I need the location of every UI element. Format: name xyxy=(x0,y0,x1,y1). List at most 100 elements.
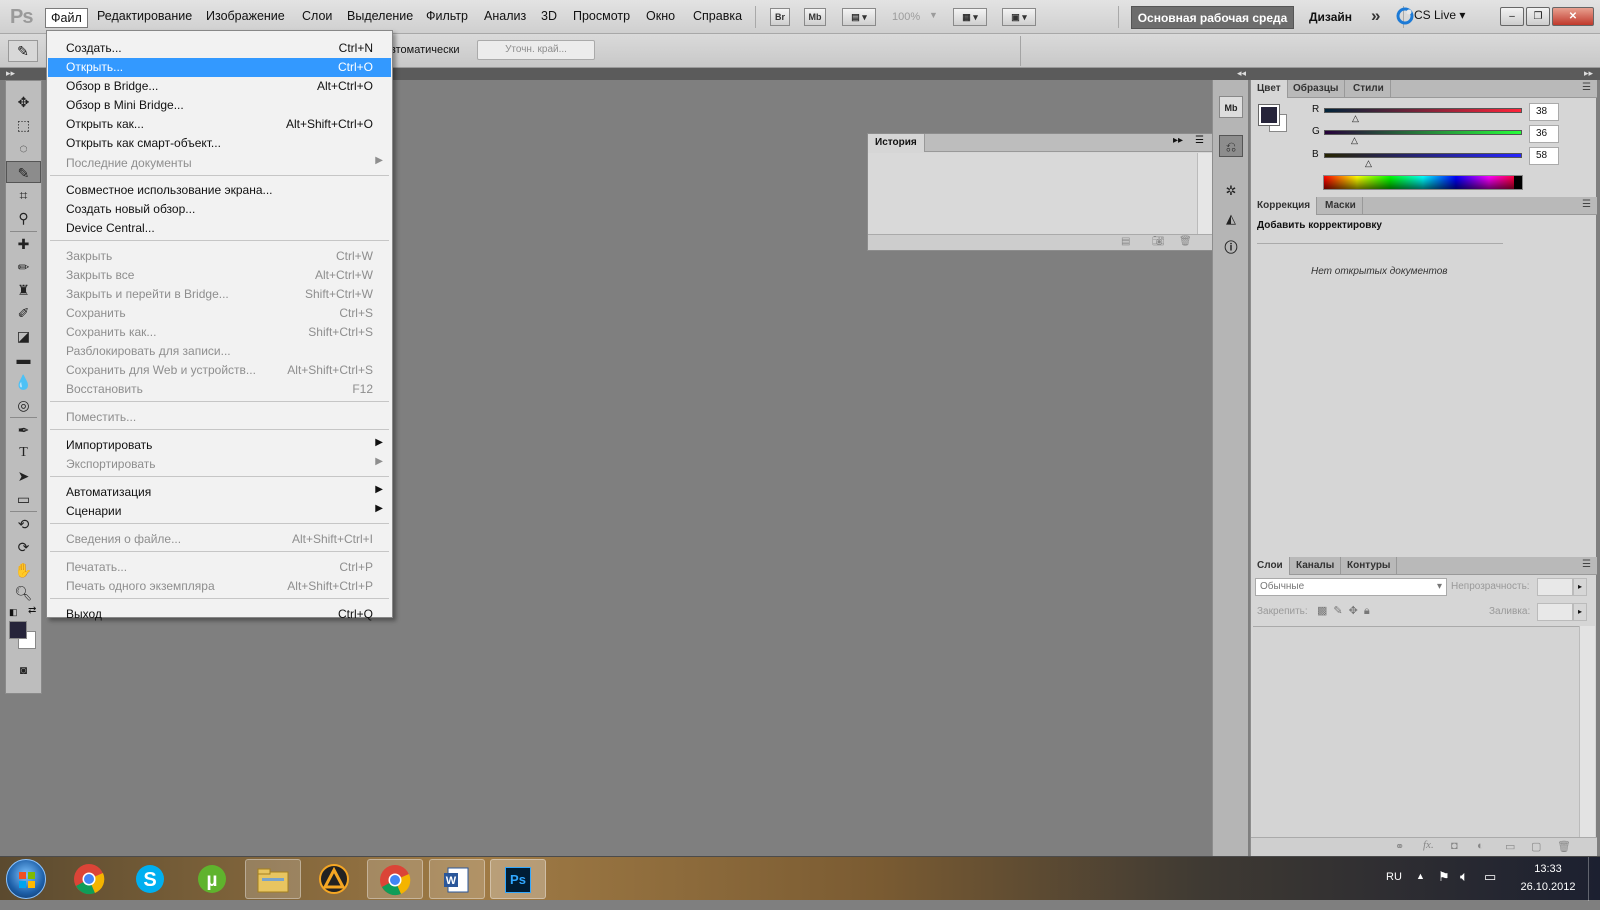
file-explorer-icon[interactable] xyxy=(245,859,301,899)
tab-adjustments[interactable]: Коррекция xyxy=(1251,197,1318,215)
arrange-documents-button[interactable]: ▦ ▾ xyxy=(953,8,987,26)
input-language-indicator[interactable]: RU xyxy=(1386,871,1402,883)
collapse-toolbar-icon[interactable]: ▸▸ xyxy=(6,68,15,79)
file-menu-item-browse-in-bridge[interactable]: Обзор в Bridge... Alt+Ctrl+O xyxy=(48,77,391,96)
layers-list[interactable] xyxy=(1253,626,1579,837)
red-slider-handle[interactable]: △ xyxy=(1352,113,1359,124)
mini-bridge-button[interactable]: Mb xyxy=(804,8,826,26)
file-menu-item-import[interactable]: Импортировать ▶ xyxy=(48,436,391,455)
red-value-input[interactable]: 38 xyxy=(1529,103,1559,121)
zoom-tool-icon[interactable]: 🔍︎ xyxy=(6,582,41,604)
navigator-panel-icon[interactable]: ✲ xyxy=(1219,180,1243,202)
close-button[interactable]: ✕ xyxy=(1552,7,1594,26)
chrome-pinned-icon[interactable] xyxy=(61,859,117,899)
clock-date[interactable]: 26.10.2012 xyxy=(1518,881,1578,893)
panel-menu-icon[interactable]: ☰ xyxy=(1582,199,1591,210)
panel-menu-icon[interactable]: ☰ xyxy=(1582,559,1591,570)
zoom-level[interactable]: 100% xyxy=(892,11,920,23)
tab-styles[interactable]: Стили xyxy=(1347,80,1391,98)
menu-image[interactable]: Изображение xyxy=(206,9,285,23)
lock-icons[interactable]: ▩✎✥🔒︎ xyxy=(1317,604,1376,618)
clock-time[interactable]: 13:33 xyxy=(1518,863,1578,875)
dodge-tool-icon[interactable]: ◎ xyxy=(6,394,41,416)
collapse-dock-icon[interactable]: ▸▸ xyxy=(1584,68,1593,79)
tab-swatches[interactable]: Образцы xyxy=(1287,80,1346,98)
history-panel-icon[interactable]: ⎌ xyxy=(1219,135,1243,157)
utorrent-icon[interactable]: µ xyxy=(184,859,240,899)
tab-layers[interactable]: Слои xyxy=(1251,557,1290,575)
green-slider-handle[interactable]: △ xyxy=(1351,135,1358,146)
info-panel-icon[interactable]: ⓘ xyxy=(1219,237,1243,259)
collapse-panel-icon[interactable]: ▸▸ xyxy=(1173,135,1183,146)
new-group-icon[interactable]: ▭ xyxy=(1505,840,1515,853)
move-tool-icon[interactable]: ✥ xyxy=(6,91,41,113)
history-scrollbar[interactable] xyxy=(1197,153,1212,234)
menu-window[interactable]: Окно xyxy=(646,9,675,23)
lasso-tool-icon[interactable]: ◌ xyxy=(6,137,41,159)
opacity-arrow-icon[interactable]: ▸ xyxy=(1573,578,1587,596)
bridge-button[interactable]: Br xyxy=(770,8,790,26)
expand-dock-icon[interactable]: ◂◂ xyxy=(1237,68,1246,79)
menu-view[interactable]: Просмотр xyxy=(573,9,630,23)
file-menu-item-share-screen[interactable]: Совместное использование экрана... xyxy=(48,181,391,200)
network-icon[interactable]: ⚑ xyxy=(1438,869,1450,885)
path-selection-tool-icon[interactable]: ➤ xyxy=(6,465,41,487)
foreground-color-swatch[interactable] xyxy=(1258,104,1280,126)
panel-menu-icon[interactable]: ☰ xyxy=(1195,135,1204,146)
tab-color[interactable]: Цвет xyxy=(1251,80,1288,98)
tab-history[interactable]: История xyxy=(868,134,925,152)
3d-orbit-tool-icon[interactable]: ⟳ xyxy=(6,536,41,558)
histogram-panel-icon[interactable]: ◭ xyxy=(1219,208,1243,230)
file-menu-item-scripts[interactable]: Сценарии ▶ xyxy=(48,502,391,521)
quick-selection-tool-icon[interactable]: ✎ xyxy=(6,161,41,183)
tool-preset-picker[interactable]: ✎ xyxy=(8,40,38,62)
volume-icon[interactable]: 🔈︎ xyxy=(1460,868,1468,885)
fill-input[interactable] xyxy=(1537,603,1573,621)
crop-tool-icon[interactable]: ⌗ xyxy=(6,184,41,206)
menu-analysis[interactable]: Анализ xyxy=(484,9,526,23)
add-mask-icon[interactable]: ◘ xyxy=(1451,840,1458,852)
menu-edit[interactable]: Редактирование xyxy=(97,9,192,23)
green-value-input[interactable]: 36 xyxy=(1529,125,1559,143)
action-center-icon[interactable]: ▭ xyxy=(1484,869,1496,885)
brush-tool-icon[interactable]: ✏ xyxy=(6,256,41,278)
eyedropper-tool-icon[interactable]: ⚲ xyxy=(6,207,41,229)
tab-channels[interactable]: Каналы xyxy=(1290,557,1342,575)
new-document-from-state-icon[interactable]: ▤ xyxy=(1121,236,1130,247)
rectangle-tool-icon[interactable]: ▭ xyxy=(6,488,41,510)
new-snapshot-icon[interactable]: 📷︎ xyxy=(1152,236,1165,247)
healing-brush-tool-icon[interactable]: ✚ xyxy=(6,233,41,255)
cs-live-button[interactable]: CS Live ▾ xyxy=(1414,8,1465,22)
file-menu-item-browse-in-mini-bridge[interactable]: Обзор в Mini Bridge... xyxy=(48,96,391,115)
type-tool-icon[interactable]: T xyxy=(6,442,41,464)
aimp-icon[interactable] xyxy=(306,859,362,899)
chrome-window-icon[interactable] xyxy=(367,859,423,899)
new-layer-icon[interactable]: ▢ xyxy=(1531,840,1541,853)
menu-layers[interactable]: Слои xyxy=(302,9,332,23)
layer-style-icon[interactable]: fx. xyxy=(1423,839,1434,851)
workspace-design-button[interactable]: Дизайн xyxy=(1309,10,1352,24)
menu-filter[interactable]: Фильтр xyxy=(426,9,468,23)
workspace-essentials-button[interactable]: Основная рабочая среда xyxy=(1131,6,1294,29)
menu-help[interactable]: Справка xyxy=(693,9,742,23)
file-menu-item-open[interactable]: Открыть... Ctrl+O xyxy=(48,58,391,77)
skype-icon[interactable]: S xyxy=(122,859,178,899)
file-menu-item-automate[interactable]: Автоматизация ▶ xyxy=(48,483,391,502)
fill-arrow-icon[interactable]: ▸ xyxy=(1573,603,1587,621)
tab-paths[interactable]: Контуры xyxy=(1341,557,1398,575)
more-workspaces-icon[interactable]: » xyxy=(1371,6,1380,26)
opacity-input[interactable] xyxy=(1537,578,1573,596)
extras-menu-button[interactable]: ▤ ▾ xyxy=(842,8,876,26)
photoshop-taskbar-icon[interactable]: Ps xyxy=(490,859,546,899)
start-button[interactable] xyxy=(6,859,46,899)
auto-enhance-label[interactable]: втоматически xyxy=(390,44,460,56)
swap-colors-icon[interactable]: ⇄ xyxy=(28,605,36,616)
file-menu-item-exit[interactable]: Выход Ctrl+Q xyxy=(48,605,391,624)
adjustment-layer-icon[interactable]: ◐ xyxy=(1477,840,1484,852)
link-layers-icon[interactable]: ⚭ xyxy=(1395,840,1404,853)
zoom-dropdown-icon[interactable]: ▼ xyxy=(929,10,938,20)
foreground-color-swatch[interactable] xyxy=(9,621,27,639)
restore-button[interactable]: ❐ xyxy=(1526,7,1550,26)
refine-edge-button[interactable]: Уточн. край... xyxy=(477,40,595,60)
menu-3d[interactable]: 3D xyxy=(541,9,557,23)
